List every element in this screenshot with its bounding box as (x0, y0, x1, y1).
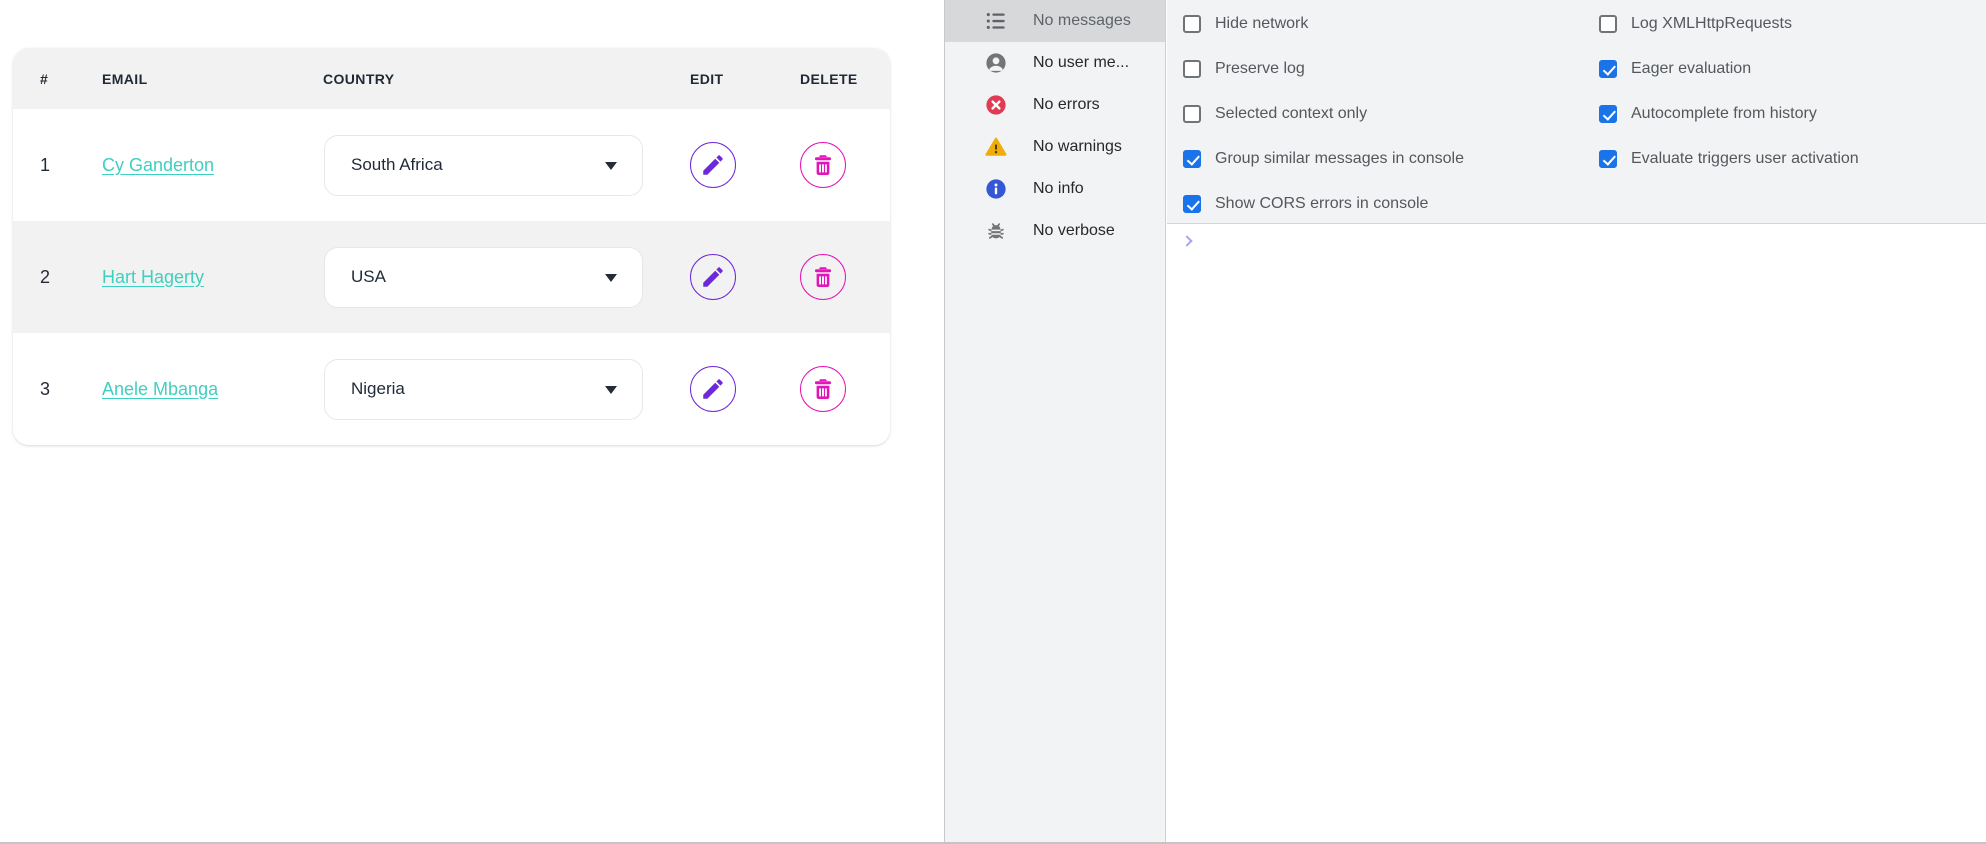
users-table: # EMAIL COUNTRY EDIT DELETE 1 Cy Gandert… (13, 48, 890, 445)
delete-button[interactable] (800, 366, 846, 412)
devtools-setting[interactable]: Autocomplete from history (1599, 91, 1859, 136)
console-filter-label: No warnings (1033, 138, 1122, 156)
info-icon (985, 178, 1007, 200)
setting-label: Evaluate triggers user activation (1631, 150, 1859, 168)
delete-button[interactable] (800, 254, 846, 300)
chevron-right-icon (1181, 235, 1192, 246)
users-table-card: # EMAIL COUNTRY EDIT DELETE 1 Cy Gandert… (13, 48, 890, 445)
trash-icon (810, 264, 836, 290)
devtools-panel: No messages No user me... No errors No w… (944, 0, 1986, 844)
console-filter-item[interactable]: No warnings (945, 126, 1165, 168)
trash-icon (810, 376, 836, 402)
country-select[interactable]: Nigeria (324, 359, 643, 420)
edit-button[interactable] (690, 254, 736, 300)
country-select-value: Nigeria (325, 379, 405, 399)
console-filter-item[interactable]: No verbose (945, 210, 1165, 252)
console-settings-bar: Hide network Preserve log Selected conte… (1167, 0, 1986, 224)
table-row: 3 Anele Mbanga Nigeria (13, 333, 890, 445)
chevron-down-icon (605, 386, 617, 394)
devtools-setting[interactable]: Eager evaluation (1599, 46, 1859, 91)
console-filter-label: No errors (1033, 96, 1100, 114)
error-icon (985, 94, 1007, 116)
devtools-setting[interactable]: Selected context only (1183, 91, 1464, 136)
devtools-setting[interactable]: Preserve log (1183, 46, 1464, 91)
table-row: 2 Hart Hagerty USA (13, 221, 890, 333)
table-header: # EMAIL COUNTRY EDIT DELETE (13, 48, 890, 109)
setting-label: Group similar messages in console (1215, 150, 1464, 168)
warning-icon (985, 136, 1007, 158)
checkbox[interactable] (1599, 105, 1617, 123)
console-prompt[interactable] (1167, 225, 1986, 245)
setting-label: Log XMLHttpRequests (1631, 15, 1792, 33)
user-icon (985, 52, 1007, 74)
col-header-email: EMAIL (75, 48, 296, 109)
console-filter-item[interactable]: No user me... (945, 42, 1165, 84)
delete-button[interactable] (800, 142, 846, 188)
devtools-setting[interactable]: Log XMLHttpRequests (1599, 1, 1859, 46)
row-number: 2 (13, 221, 75, 333)
console-output-area (1167, 225, 1986, 842)
pencil-icon (700, 152, 726, 178)
setting-label: Hide network (1215, 15, 1308, 33)
list-icon (985, 10, 1007, 32)
checkbox[interactable] (1599, 15, 1617, 33)
country-select[interactable]: USA (324, 247, 643, 308)
country-select-value: USA (325, 267, 386, 287)
email-link[interactable]: Cy Ganderton (102, 155, 214, 175)
web-page: # EMAIL COUNTRY EDIT DELETE 1 Cy Gandert… (0, 0, 944, 844)
checkbox[interactable] (1183, 60, 1201, 78)
devtools-setting[interactable]: Group similar messages in console (1183, 136, 1464, 181)
row-number: 3 (13, 333, 75, 445)
pencil-icon (700, 376, 726, 402)
col-header-num: # (13, 48, 75, 109)
setting-label: Selected context only (1215, 105, 1367, 123)
chevron-down-icon (605, 274, 617, 282)
email-link[interactable]: Anele Mbanga (102, 379, 218, 399)
checkbox[interactable] (1183, 150, 1201, 168)
console-filter-label: No verbose (1033, 222, 1115, 240)
edit-button[interactable] (690, 366, 736, 412)
setting-label: Show CORS errors in console (1215, 195, 1428, 213)
bug-icon (985, 220, 1007, 242)
console-filter-item[interactable]: No messages (945, 0, 1165, 42)
setting-label: Eager evaluation (1631, 60, 1751, 78)
checkbox[interactable] (1599, 150, 1617, 168)
row-number: 1 (13, 109, 75, 221)
devtools-setting[interactable]: Evaluate triggers user activation (1599, 136, 1859, 181)
pencil-icon (700, 264, 726, 290)
checkbox[interactable] (1183, 105, 1201, 123)
console-filter-item[interactable]: No errors (945, 84, 1165, 126)
table-row: 1 Cy Ganderton South Africa (13, 109, 890, 221)
chevron-down-icon (605, 162, 617, 170)
checkbox[interactable] (1599, 60, 1617, 78)
checkbox[interactable] (1183, 15, 1201, 33)
email-link[interactable]: Hart Hagerty (102, 267, 204, 287)
checkbox[interactable] (1183, 195, 1201, 213)
col-header-edit: EDIT (690, 48, 800, 109)
country-select-value: South Africa (325, 155, 443, 175)
col-header-country: COUNTRY (296, 48, 690, 109)
console-sidebar: No messages No user me... No errors No w… (945, 0, 1166, 842)
setting-label: Preserve log (1215, 60, 1305, 78)
devtools-setting[interactable]: Hide network (1183, 1, 1464, 46)
devtools-setting[interactable]: Show CORS errors in console (1183, 181, 1464, 226)
console-filter-label: No messages (1033, 12, 1131, 30)
country-select[interactable]: South Africa (324, 135, 643, 196)
edit-button[interactable] (690, 142, 736, 188)
console-filter-label: No user me... (1033, 54, 1129, 72)
setting-label: Autocomplete from history (1631, 105, 1817, 123)
console-filter-item[interactable]: No info (945, 168, 1165, 210)
console-filter-label: No info (1033, 180, 1084, 198)
col-header-delete: DELETE (800, 48, 890, 109)
trash-icon (810, 152, 836, 178)
